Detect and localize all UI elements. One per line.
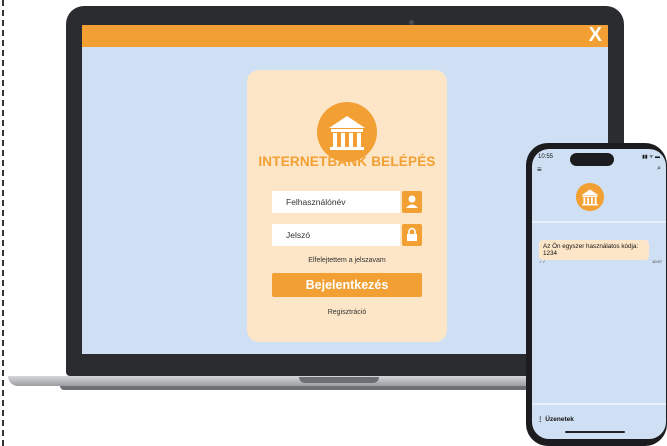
message-ticks: ✓✓ bbox=[539, 259, 546, 264]
user-icon bbox=[402, 191, 422, 213]
messages-footer[interactable]: ⋮ Üzenetek bbox=[537, 415, 574, 423]
phone: 10:55 ▮▮ ᯤ ▬ ≡ ⌕ Az Ön egyszer használat… bbox=[526, 143, 667, 446]
menu-icon[interactable]: ≡ bbox=[537, 165, 542, 174]
top-bar: X bbox=[82, 25, 608, 47]
laptop-notch bbox=[299, 377, 379, 383]
status-time: 10:55 bbox=[538, 154, 554, 160]
dynamic-island bbox=[570, 153, 614, 166]
register-link[interactable]: Regisztráció bbox=[272, 309, 422, 316]
forgot-password-link[interactable]: Elfelejtettem a jelszavam bbox=[272, 257, 422, 264]
phone-screen: 10:55 ▮▮ ᯤ ▬ ≡ ⌕ Az Ön egyszer használat… bbox=[532, 149, 666, 439]
dashed-border bbox=[2, 0, 4, 446]
home-indicator bbox=[565, 431, 625, 433]
login-button[interactable]: Bejelentkezés bbox=[272, 273, 422, 297]
message-time: 10:57 bbox=[651, 259, 662, 264]
bank-icon bbox=[575, 182, 605, 212]
divider bbox=[532, 403, 666, 405]
sms-message: Az Ön egyszer használatos kódja: 1234 bbox=[539, 240, 649, 260]
search-icon[interactable]: ⌕ bbox=[657, 165, 661, 173]
close-icon[interactable]: X bbox=[589, 25, 602, 47]
divider bbox=[532, 221, 666, 223]
password-field[interactable] bbox=[272, 224, 400, 246]
username-field[interactable] bbox=[272, 191, 400, 213]
username-input[interactable] bbox=[272, 191, 396, 213]
login-card: INTERNETBANK BELÉPÉS Elfelejtettem a jel… bbox=[247, 70, 447, 342]
lock-icon bbox=[402, 224, 422, 246]
password-input[interactable] bbox=[272, 224, 396, 246]
page-title: INTERNETBANK BELÉPÉS bbox=[258, 154, 436, 169]
status-icons: ▮▮ ᯤ ▬ bbox=[642, 154, 660, 160]
